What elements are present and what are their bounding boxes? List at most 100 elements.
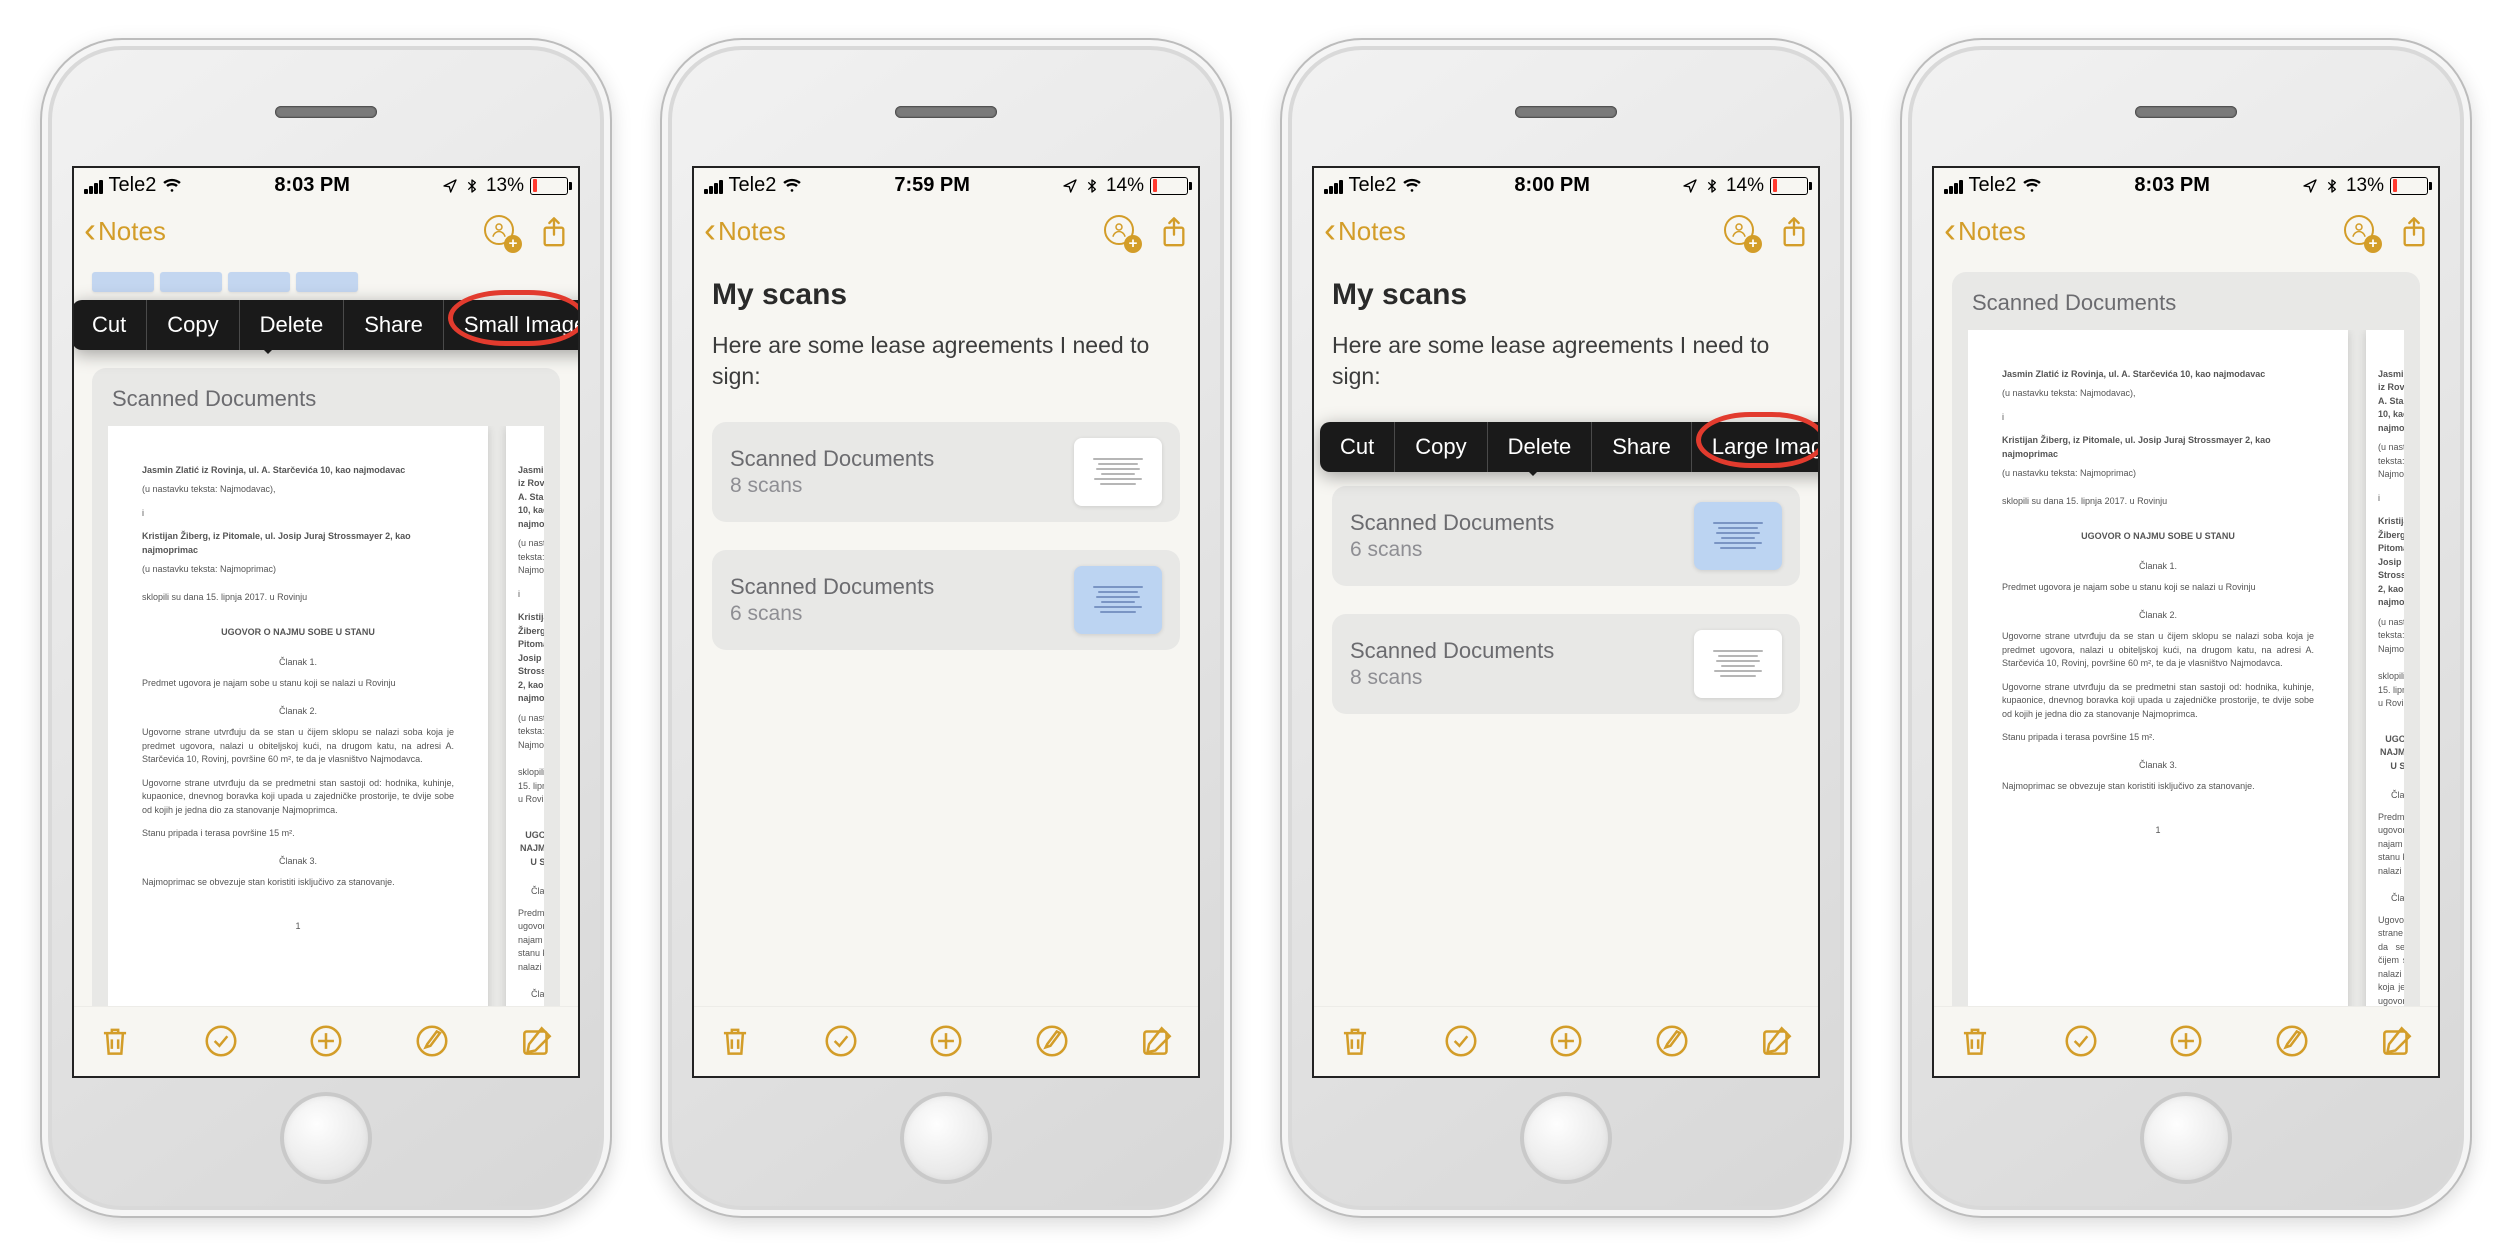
clock-label: 8:03 PM bbox=[274, 174, 350, 197]
scan-attachment-large[interactable]: Scanned Documents Jasmin Zlatić iz Rovinj… bbox=[92, 368, 560, 1006]
scan-attachment-card[interactable]: Scanned Documents8 scans bbox=[712, 422, 1180, 522]
add-people-button[interactable]: + bbox=[2344, 215, 2378, 249]
note-body[interactable]: Here are some lease agreements I need to… bbox=[1332, 330, 1800, 392]
context-menu-item[interactable]: Large Images bbox=[1692, 422, 1818, 472]
markup-button[interactable] bbox=[1033, 1022, 1071, 1060]
card-subtitle: 6 scans bbox=[730, 602, 934, 626]
back-button[interactable]: ‹Notes bbox=[704, 214, 786, 250]
context-menu-item[interactable]: Cut bbox=[1320, 422, 1395, 472]
checklist-button[interactable] bbox=[822, 1022, 860, 1060]
add-button[interactable] bbox=[2167, 1022, 2205, 1060]
status-bar: Tele27:59 PM14% bbox=[694, 168, 1198, 204]
chevron-left-icon: ‹ bbox=[1324, 212, 1336, 248]
checklist-button[interactable] bbox=[202, 1022, 240, 1060]
chevron-left-icon: ‹ bbox=[84, 212, 96, 248]
speaker-icon bbox=[2135, 106, 2237, 118]
scan-attachment-card[interactable]: Scanned Documents8 scans bbox=[1332, 614, 1800, 714]
note-title[interactable]: My scans bbox=[1332, 278, 1800, 312]
share-button[interactable] bbox=[1780, 216, 1808, 248]
nav-bar: ‹Notes + bbox=[694, 204, 1198, 260]
add-people-button[interactable]: + bbox=[1104, 215, 1138, 249]
add-button[interactable] bbox=[307, 1022, 345, 1060]
battery-icon bbox=[1150, 177, 1188, 195]
trash-button[interactable] bbox=[1336, 1022, 1374, 1060]
document-page[interactable]: Jasmin Zlatić iz Rovinja, ul. A. Starčev… bbox=[2366, 330, 2404, 1006]
home-button[interactable] bbox=[280, 1092, 372, 1184]
phone-frame: Tele28:03 PM13% ‹Notes + Scanned DocumentsJ… bbox=[1900, 38, 2472, 1218]
add-people-button[interactable]: + bbox=[484, 215, 518, 249]
context-menu-item[interactable]: Small Images bbox=[444, 300, 578, 350]
back-label: Notes bbox=[718, 216, 786, 247]
phone-frame: Tele28:00 PM14%‹Notes+My scansHere are s… bbox=[1280, 38, 1852, 1218]
context-menu-item[interactable]: Cut bbox=[74, 300, 147, 350]
document-page[interactable]: Jasmin Zlatić iz Rovinja, ul. A. Starčev… bbox=[506, 426, 544, 1006]
document-page[interactable]: Jasmin Zlatić iz Rovinja, ul. A. Starčev… bbox=[1968, 330, 2348, 1006]
screen: Tele28:00 PM14%‹Notes+My scansHere are s… bbox=[1312, 166, 1820, 1078]
trash-button[interactable] bbox=[716, 1022, 754, 1060]
selection-strip bbox=[92, 272, 560, 292]
markup-button[interactable] bbox=[413, 1022, 451, 1060]
checklist-button[interactable] bbox=[1442, 1022, 1480, 1060]
scan-attachment-card[interactable]: Scanned Documents6 scans bbox=[712, 550, 1180, 650]
share-button[interactable] bbox=[2400, 216, 2428, 248]
note-body[interactable]: Here are some lease agreements I need to… bbox=[712, 330, 1180, 392]
clock-label: 7:59 PM bbox=[894, 174, 970, 197]
context-menu-item[interactable]: Share bbox=[1592, 422, 1692, 472]
note-content: My scans Here are some lease agreements I… bbox=[1314, 260, 1818, 1006]
back-label: Notes bbox=[1338, 216, 1406, 247]
home-button[interactable] bbox=[2140, 1092, 2232, 1184]
note-title[interactable]: My scans bbox=[712, 278, 1180, 312]
bottom-toolbar bbox=[1314, 1006, 1818, 1076]
context-menu: CutCopyDeleteShareLarge Images bbox=[1320, 422, 1818, 472]
back-button[interactable]: ‹Notes bbox=[1944, 214, 2026, 250]
scan-attachment-large[interactable]: Scanned DocumentsJasmin Zlatić iz Rovinj… bbox=[1952, 272, 2420, 1006]
add-people-button[interactable]: + bbox=[1724, 215, 1758, 249]
context-menu-item[interactable]: Copy bbox=[1395, 422, 1487, 472]
trash-button[interactable] bbox=[96, 1022, 134, 1060]
speaker-icon bbox=[895, 106, 997, 118]
markup-button[interactable] bbox=[2273, 1022, 2311, 1060]
add-button[interactable] bbox=[1547, 1022, 1585, 1060]
status-bar: Tele28:03 PM13% bbox=[1934, 168, 2438, 204]
compose-button[interactable] bbox=[1758, 1022, 1796, 1060]
card-title: Scanned Documents bbox=[730, 446, 934, 472]
back-button[interactable]: ‹Notes bbox=[84, 214, 166, 250]
trash-button[interactable] bbox=[1956, 1022, 1994, 1060]
speaker-icon bbox=[1515, 106, 1617, 118]
add-button[interactable] bbox=[927, 1022, 965, 1060]
carrier-label: Tele2 bbox=[1969, 174, 2017, 197]
chevron-left-icon: ‹ bbox=[704, 212, 716, 248]
screen: Tele2 8:03 PM 13% ‹Notes + CutCopyDeleteShare… bbox=[72, 166, 580, 1078]
nav-bar: ‹Notes + bbox=[1934, 204, 2438, 260]
scan-block-title: Scanned Documents bbox=[112, 386, 540, 412]
compose-button[interactable] bbox=[518, 1022, 556, 1060]
back-button[interactable]: ‹Notes bbox=[1324, 214, 1406, 250]
home-button[interactable] bbox=[1520, 1092, 1612, 1184]
back-label: Notes bbox=[1958, 216, 2026, 247]
bluetooth-icon bbox=[464, 178, 480, 194]
carrier-label: Tele2 bbox=[109, 174, 157, 197]
card-thumbnail bbox=[1074, 438, 1162, 506]
checklist-button[interactable] bbox=[2062, 1022, 2100, 1060]
context-menu-item[interactable]: Delete bbox=[240, 300, 345, 350]
context-menu-item[interactable]: Share bbox=[344, 300, 444, 350]
share-button[interactable] bbox=[540, 216, 568, 248]
context-menu-item[interactable]: Delete bbox=[1488, 422, 1593, 472]
document-page[interactable]: Jasmin Zlatić iz Rovinja, ul. A. Starčev… bbox=[108, 426, 488, 1006]
scan-attachment-card[interactable]: Scanned Documents6 scans bbox=[1332, 486, 1800, 586]
bluetooth-icon bbox=[2324, 178, 2340, 194]
nav-bar: ‹Notes + bbox=[1314, 204, 1818, 260]
home-button[interactable] bbox=[900, 1092, 992, 1184]
context-menu-item[interactable]: Copy bbox=[147, 300, 239, 350]
phone-frame: Tele2 8:03 PM 13% ‹Notes + CutCopyDeleteShare… bbox=[40, 38, 612, 1218]
location-icon bbox=[1682, 178, 1698, 194]
markup-button[interactable] bbox=[1653, 1022, 1691, 1060]
compose-button[interactable] bbox=[2378, 1022, 2416, 1060]
battery-percent: 14% bbox=[1726, 175, 1764, 197]
compose-button[interactable] bbox=[1138, 1022, 1176, 1060]
battery-percent: 13% bbox=[486, 175, 524, 197]
share-button[interactable] bbox=[1160, 216, 1188, 248]
card-title: Scanned Documents bbox=[1350, 638, 1554, 664]
status-bar: Tele2 8:03 PM 13% bbox=[74, 168, 578, 204]
card-title: Scanned Documents bbox=[730, 574, 934, 600]
